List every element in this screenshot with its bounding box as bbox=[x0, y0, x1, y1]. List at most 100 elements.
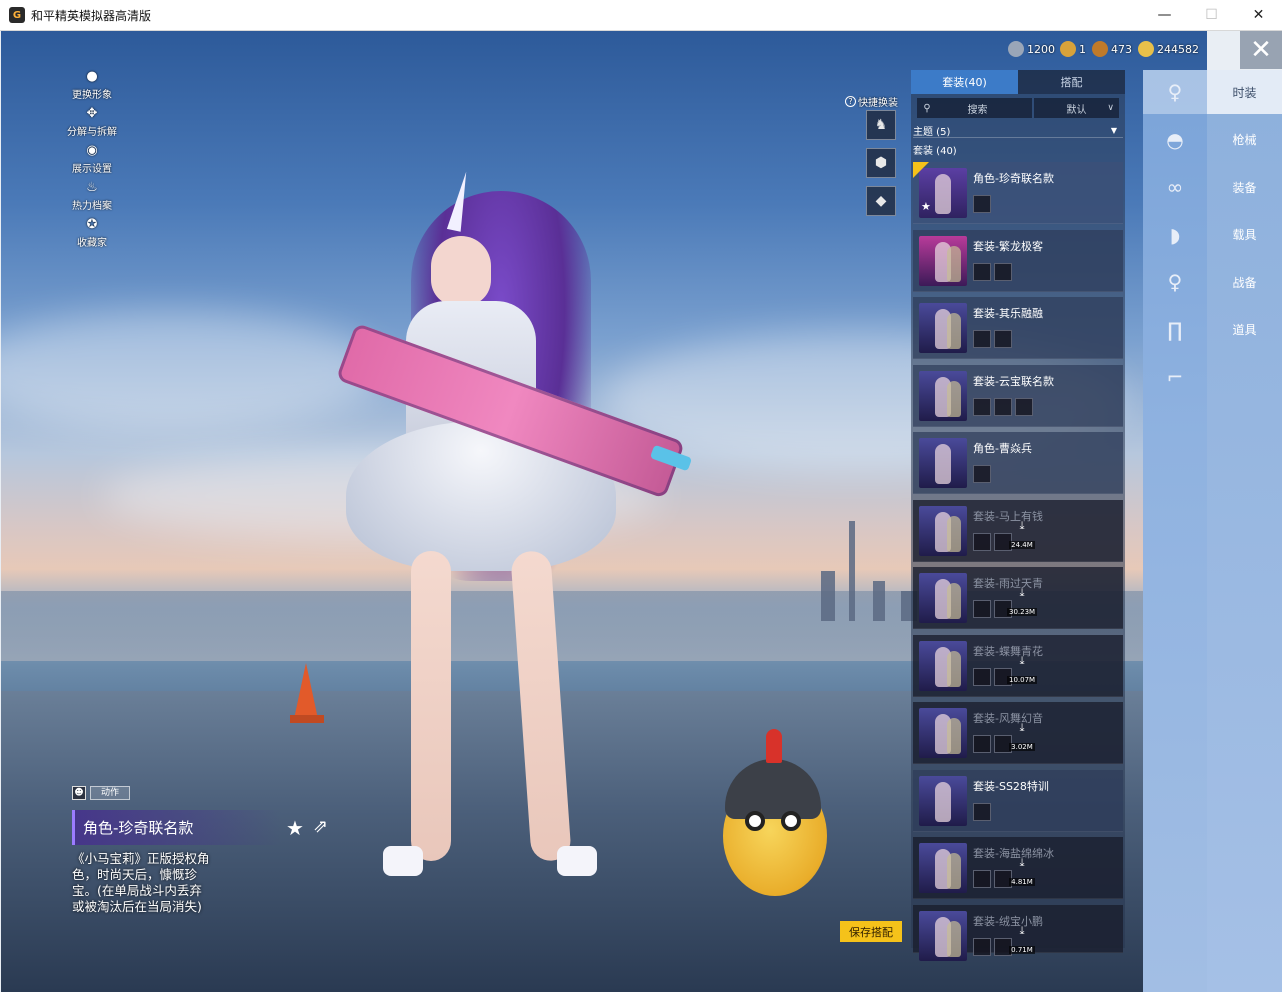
outfit-part-thumbnail bbox=[973, 532, 991, 551]
outfit-item[interactable]: 套装-绒宝小鹏 ⤓ 0.71M bbox=[913, 904, 1123, 961]
outfit-thumbnail bbox=[919, 303, 967, 353]
glasses-icon: ∞ bbox=[1166, 175, 1184, 199]
outfit-name: 套装-SS28特训 bbox=[973, 779, 1049, 793]
currency-bronze: 473 bbox=[1092, 40, 1132, 58]
category-outfit[interactable]: ♀ bbox=[1143, 260, 1207, 304]
pet-chick-left-eye bbox=[745, 811, 765, 831]
title-bar: G 和平精英模拟器高清版 — ☐ ✕ bbox=[0, 0, 1282, 31]
nav-item[interactable]: 枪械 bbox=[1207, 118, 1282, 162]
shoes-icon: ⌐ bbox=[1166, 365, 1184, 389]
download-indicator[interactable]: ⤓ 24.4M bbox=[1007, 519, 1037, 551]
left-menu-heat-archive[interactable]: ♨ 热力档案 bbox=[60, 179, 124, 216]
category-pants[interactable]: ∏ bbox=[1143, 308, 1207, 352]
tab-outfits[interactable]: 套装(40) bbox=[911, 70, 1018, 94]
outfit-name: 套装-云宝联名款 bbox=[973, 374, 1054, 388]
outfit-panel: 套装(40) 搭配 ⚲ 搜索 默认 ∨ 主题 (5) ▼ 套装 (40) ★ 角色… bbox=[911, 70, 1125, 961]
sort-label: 默认 bbox=[1066, 104, 1087, 116]
quick-swap-badge-button[interactable]: ⬢ bbox=[866, 148, 896, 178]
puzzle-icon: ✥ bbox=[86, 106, 98, 121]
outfit-item[interactable]: 套装-马上有钱 ⤓ 24.4M bbox=[913, 499, 1123, 562]
download-indicator[interactable]: ⤓ 10.07M bbox=[1007, 653, 1038, 686]
download-indicator[interactable]: ⤓ 0.71M bbox=[1007, 923, 1037, 956]
outfit-count: 套装 (40) bbox=[913, 146, 957, 157]
outfit-item[interactable]: 套装-风舞幻音 ⤓ 3.02M bbox=[913, 702, 1123, 764]
pet-chick-plume bbox=[766, 729, 782, 763]
outfit-part-thumbnail bbox=[973, 600, 991, 618]
outfit-item[interactable]: 套装-雨过天青 ⤓ 30.23M bbox=[913, 567, 1123, 629]
nav-item[interactable]: 时装 bbox=[1207, 70, 1282, 114]
theme-filter[interactable]: 主题 (5) ▼ bbox=[913, 124, 1123, 138]
download-indicator[interactable]: ⤓ 3.02M bbox=[1007, 722, 1037, 753]
outfit-item[interactable]: 套装-云宝联名款 bbox=[913, 364, 1123, 427]
outfit-item[interactable]: ★ 角色-珍奇联名款 bbox=[913, 162, 1123, 224]
category-mask[interactable]: ◗ bbox=[1143, 213, 1207, 257]
download-icon: ⤓ bbox=[1019, 586, 1025, 599]
share-icon[interactable]: ⇗ bbox=[313, 816, 328, 837]
quick-swap-label: ? 快捷换装 bbox=[845, 94, 898, 109]
outfit-part-thumbnail bbox=[1015, 397, 1033, 416]
outfit-part-thumbnail bbox=[994, 262, 1012, 281]
tab-combinations[interactable]: 搭配 bbox=[1018, 70, 1125, 94]
quick-swap-character-button[interactable]: ♞ bbox=[866, 110, 896, 140]
nav-item[interactable]: 装备 bbox=[1207, 165, 1282, 209]
item-tag-label: 动作 bbox=[90, 786, 131, 800]
left-menu-label: 收藏家 bbox=[77, 238, 107, 249]
outfit-item[interactable]: 套装-蝶舞青花 ⤓ 10.07M bbox=[913, 634, 1123, 697]
pants-icon: ∏ bbox=[1167, 317, 1183, 342]
cloud-decoration bbox=[1, 311, 381, 431]
left-menu-change-avatar[interactable]: ● 更换形象 bbox=[60, 68, 124, 105]
category-character[interactable]: ♀ bbox=[1143, 70, 1207, 114]
left-menu-display-settings[interactable]: ◉ 展示设置 bbox=[60, 142, 124, 179]
outfit-figure bbox=[947, 245, 961, 282]
left-menu-label: 更换形象 bbox=[72, 90, 112, 101]
outfit-item[interactable]: 角色-曹焱兵 bbox=[913, 432, 1123, 494]
outfit-thumbnail bbox=[919, 573, 967, 623]
outfit-part-thumbnail bbox=[994, 330, 1012, 348]
bronze-coin-icon bbox=[1092, 41, 1108, 57]
outfit-tabs: 套装(40) 搭配 bbox=[911, 70, 1125, 94]
left-menu-collector[interactable]: ✪ 收藏家 bbox=[60, 216, 124, 253]
download-indicator[interactable]: ⤓ 30.23M bbox=[1007, 586, 1038, 618]
sort-dropdown[interactable]: 默认 ∨ bbox=[1034, 98, 1119, 118]
search-icon: ⚲ bbox=[923, 102, 931, 114]
category-hat[interactable]: ◓ bbox=[1143, 118, 1207, 162]
minimize-button[interactable]: — bbox=[1141, 0, 1188, 31]
chevron-down-icon: ∨ bbox=[1107, 103, 1114, 113]
traffic-cone bbox=[294, 663, 318, 719]
app-logo-icon: G bbox=[9, 7, 25, 23]
save-outfit-button[interactable]: 保存搭配 bbox=[840, 921, 902, 942]
outfit-figure bbox=[935, 174, 951, 214]
outfit-item[interactable]: 套装-SS28特训 bbox=[913, 769, 1123, 832]
nav-item[interactable]: 道具 bbox=[1207, 308, 1282, 352]
left-menu: ● 更换形象 ✥ 分解与拆解 ◉ 展示设置 ♨ 热力档案 ✪ 收藏家 bbox=[60, 68, 124, 253]
download-indicator[interactable]: ⤓ 4.81M bbox=[1007, 857, 1037, 888]
outfit-item[interactable]: 套装-繁龙极客 bbox=[913, 229, 1123, 292]
category-shoes[interactable]: ⌐ bbox=[1143, 355, 1207, 399]
nav-item[interactable]: 载具 bbox=[1207, 213, 1282, 257]
item-title: 角色-珍奇联名款 bbox=[72, 810, 282, 845]
help-icon[interactable]: ? bbox=[845, 96, 856, 107]
fire-icon: ♨ bbox=[86, 180, 98, 195]
download-icon: ⤓ bbox=[1019, 653, 1025, 667]
outfit-thumbnail bbox=[919, 438, 967, 488]
currency-value: 1 bbox=[1079, 42, 1086, 56]
download-icon: ⤓ bbox=[1019, 923, 1025, 937]
close-wardrobe-button[interactable]: ✕ bbox=[1240, 31, 1282, 69]
outfit-parts bbox=[973, 262, 1012, 281]
outfit-item[interactable]: 套装-其乐融融 bbox=[913, 297, 1123, 359]
traffic-cone-base bbox=[290, 715, 324, 723]
outfit-item[interactable]: 套装-海盐绵绵冰 ⤓ 4.81M bbox=[913, 837, 1123, 899]
outfit-part-thumbnail bbox=[973, 262, 991, 281]
category-glasses[interactable]: ∞ bbox=[1143, 165, 1207, 209]
close-window-button[interactable]: ✕ bbox=[1235, 0, 1282, 31]
currency-silver: 1200 bbox=[1008, 40, 1055, 58]
nav-item[interactable]: 战备 bbox=[1207, 260, 1282, 304]
character-right-shoe bbox=[557, 846, 597, 876]
left-menu-label: 热力档案 bbox=[72, 201, 112, 212]
quick-swap-diamond-button[interactable]: ◆ bbox=[866, 186, 896, 216]
left-menu-decompose[interactable]: ✥ 分解与拆解 bbox=[60, 105, 124, 142]
favorite-star-icon[interactable]: ★ bbox=[286, 816, 304, 840]
eye-icon: ◉ bbox=[86, 143, 98, 158]
search-input[interactable]: ⚲ 搜索 bbox=[917, 98, 1032, 118]
maximize-button[interactable]: ☐ bbox=[1188, 0, 1235, 31]
